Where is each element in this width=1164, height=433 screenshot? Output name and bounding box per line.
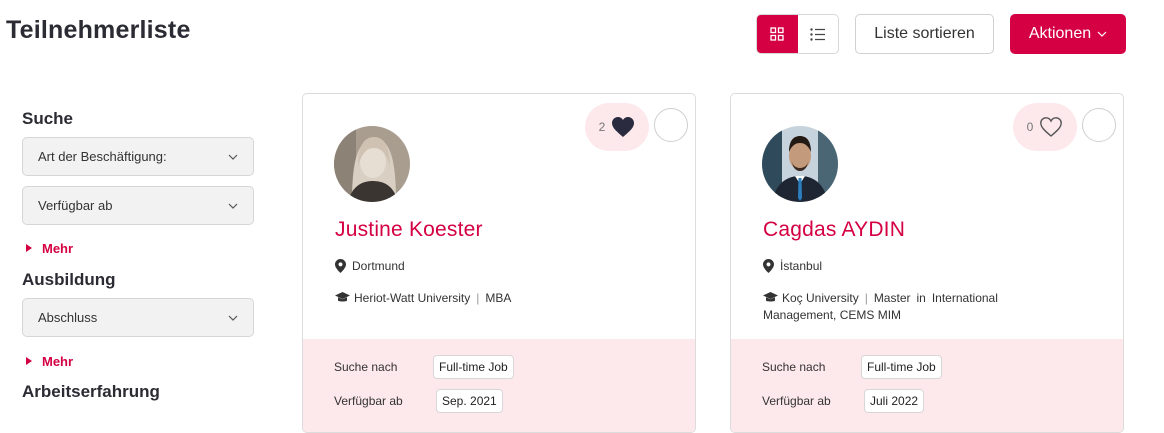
available-row: Verfügbar ab Juli 2022 <box>762 389 925 413</box>
dropdown-label: Art der Beschäftigung: <box>38 149 167 164</box>
view-toggle <box>756 14 839 54</box>
select-card-checkbox[interactable] <box>654 108 688 142</box>
like-count: 2 <box>598 120 606 134</box>
card-details: Suche nach Full-time Job Verfügbar ab Ju… <box>731 339 1123 432</box>
separator: | <box>476 291 480 305</box>
location-text: İstanbul <box>780 259 823 273</box>
available-label: Verfügbar ab <box>334 394 403 408</box>
location: İstanbul <box>763 259 822 273</box>
more-filters-link-search[interactable]: Mehr <box>22 240 254 256</box>
chevron-down-icon <box>228 315 238 321</box>
education-info: Koç University | Master in International Man… <box>763 290 1033 324</box>
actions-button[interactable]: Aktionen <box>1010 14 1126 54</box>
chevron-down-icon <box>228 203 238 209</box>
chevron-down-icon <box>228 154 238 160</box>
available-from-dropdown[interactable]: Verfügbar ab <box>22 186 254 225</box>
seeking-row: Suche nach Full-time Job <box>334 355 514 379</box>
like-button[interactable]: 0 <box>1013 103 1077 151</box>
seeking-label: Suche nach <box>762 360 826 374</box>
page-title: Teilnehmerliste <box>6 16 191 44</box>
dropdown-label: Abschluss <box>38 310 98 325</box>
grid-view-button[interactable] <box>757 15 798 53</box>
heart-outline-icon <box>1040 117 1063 137</box>
profile-photo <box>334 126 410 202</box>
graduation-cap-icon <box>335 292 350 302</box>
avatar <box>334 126 410 202</box>
more-label: Mehr <box>42 240 74 256</box>
heart-filled-icon <box>612 117 635 137</box>
graduation-cap-icon <box>763 292 778 302</box>
in-word: in <box>916 291 926 305</box>
experience-section-title: Arbeitserfahrung <box>22 382 160 401</box>
education-info: Heriot-Watt University | MBA <box>335 290 635 307</box>
available-tag: Juli 2022 <box>864 389 925 413</box>
like-count: 0 <box>1026 120 1034 134</box>
list-icon <box>810 27 825 41</box>
like-button[interactable]: 2 <box>585 103 649 151</box>
avatar <box>762 126 838 202</box>
separator: | <box>864 291 868 305</box>
education-section-title: Ausbildung <box>22 270 116 289</box>
grid-icon <box>770 27 784 41</box>
caret-right-icon <box>26 357 32 365</box>
location: Dortmund <box>335 259 405 273</box>
degree: Master <box>873 291 911 305</box>
location-pin-icon <box>763 259 774 273</box>
participant-name[interactable]: Cagdas AYDIN <box>763 218 905 242</box>
seeking-label: Suche nach <box>334 360 398 374</box>
available-tag: Sep. 2021 <box>436 389 503 413</box>
caret-right-icon <box>26 244 32 252</box>
participant-name[interactable]: Justine Koester <box>335 218 483 242</box>
available-label: Verfügbar ab <box>762 394 831 408</box>
seeking-tag: Full-time Job <box>861 355 942 379</box>
select-card-checkbox[interactable] <box>1082 108 1116 142</box>
degree: MBA <box>485 291 512 305</box>
dropdown-label: Verfügbar ab <box>38 198 113 213</box>
more-label: Mehr <box>42 353 74 369</box>
participant-card[interactable]: 0 Cagdas AYDIN İstanbul Koç University | M… <box>730 93 1124 433</box>
sort-list-button[interactable]: Liste sortieren <box>855 14 994 54</box>
search-section-title: Suche <box>22 109 74 128</box>
degree-dropdown[interactable]: Abschluss <box>22 298 254 337</box>
chevron-down-icon <box>1097 31 1107 37</box>
profile-photo <box>762 126 838 202</box>
employment-type-dropdown[interactable]: Art der Beschäftigung: <box>22 137 254 176</box>
available-row: Verfügbar ab Sep. 2021 <box>334 389 503 413</box>
list-view-button[interactable] <box>798 15 839 53</box>
location-text: Dortmund <box>352 259 405 273</box>
filter-sidebar: Suche Art der Beschäftigung: Verfügbar a… <box>22 100 254 402</box>
seeking-row: Suche nach Full-time Job <box>762 355 942 379</box>
seeking-tag: Full-time Job <box>433 355 514 379</box>
card-details: Suche nach Full-time Job Verfügbar ab Se… <box>303 339 695 432</box>
university: Koç University <box>782 291 859 305</box>
actions-label: Aktionen <box>1028 25 1092 42</box>
university: Heriot-Watt University <box>354 291 471 305</box>
participant-card[interactable]: 2 Justine Koester Dortmund Heriot-Watt U… <box>302 93 696 433</box>
location-pin-icon <box>335 259 346 273</box>
more-filters-link-education[interactable]: Mehr <box>22 353 254 369</box>
